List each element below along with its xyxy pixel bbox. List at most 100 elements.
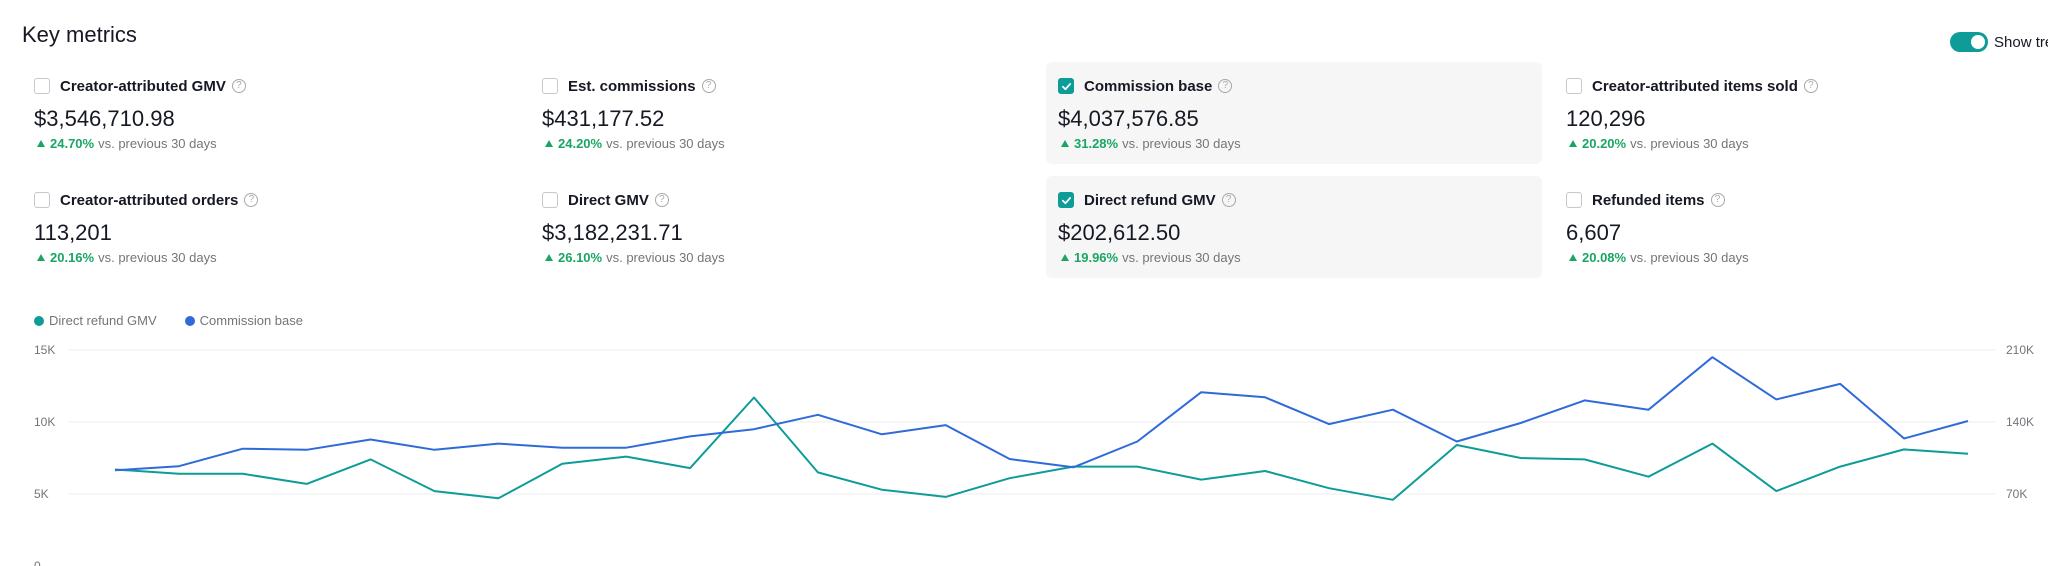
metric-label: Direct refund GMV	[1084, 191, 1216, 209]
change-percent: 20.08%	[1582, 250, 1627, 265]
change-compare-text: vs. previous 30 days	[606, 250, 725, 265]
metric-label: Creator-attributed GMV	[60, 77, 226, 95]
help-icon[interactable]: ?	[1710, 193, 1725, 207]
metric-label: Commission base	[1084, 77, 1213, 95]
metric-checkbox[interactable]	[1058, 192, 1074, 208]
legend-label: Commission base	[199, 313, 303, 328]
help-icon[interactable]: ?	[244, 193, 259, 207]
metric-value: $3,546,710.98	[34, 106, 175, 131]
metric-label: Creator-attributed items sold	[1592, 77, 1798, 95]
change-percent: 20.16%	[50, 250, 95, 265]
metric-value: $431,177.52	[542, 106, 665, 131]
y-left-tick-label: 10K	[34, 415, 55, 429]
help-icon[interactable]: ?	[701, 79, 716, 93]
legend-item[interactable]: Direct refund GMV	[34, 313, 157, 328]
metric-value: 6,607	[1566, 220, 1622, 245]
trend-chart: 15K 10K 5K 0 210K 140K 70K	[34, 343, 2034, 566]
metric-card[interactable]: Direct refund GMV? $202,612.50 19.96% vs. p…	[1046, 176, 1542, 278]
trend-up-icon	[1061, 254, 1069, 261]
help-icon[interactable]: ?	[1221, 193, 1236, 207]
metric-header: Refunded items?	[1566, 190, 2038, 210]
key-metrics-panel: Key metrics Show tre Creator-attributed …	[0, 0, 2048, 566]
metric-change: 20.20% vs. previous 30 days	[1566, 136, 2038, 151]
y-left-tick-label: 5K	[34, 487, 49, 501]
change-percent: 24.20%	[558, 136, 603, 151]
change-compare-text: vs. previous 30 days	[606, 136, 725, 151]
toggle-knob	[1971, 35, 1985, 49]
metric-card[interactable]: Est. commissions? $431,177.52 24.20% vs. pr…	[530, 62, 1026, 164]
metric-card[interactable]: Commission base? $4,037,576.85 31.28% vs. p…	[1046, 62, 1542, 164]
metric-label: Est. commissions	[568, 77, 696, 95]
metric-checkbox[interactable]	[34, 78, 50, 94]
metric-value: $202,612.50	[1058, 220, 1181, 245]
metric-change: 24.70% vs. previous 30 days	[34, 136, 506, 151]
metric-header: Est. commissions?	[542, 76, 1014, 96]
y-right-tick-label: 210K	[2006, 343, 2034, 357]
show-trend-toggle[interactable]	[1950, 32, 1988, 52]
metric-label: Refunded items	[1592, 191, 1705, 209]
trend-up-icon	[1569, 254, 1577, 261]
metric-checkbox[interactable]	[1058, 78, 1074, 94]
change-compare-text: vs. previous 30 days	[98, 136, 217, 151]
change-percent: 20.20%	[1582, 136, 1627, 151]
metric-checkbox[interactable]	[542, 192, 558, 208]
metric-change: 24.20% vs. previous 30 days	[542, 136, 1014, 151]
metric-checkbox[interactable]	[1566, 192, 1582, 208]
metric-label: Direct GMV	[568, 191, 649, 209]
change-compare-text: vs. previous 30 days	[98, 250, 217, 265]
metric-card[interactable]: Creator-attributed orders? 113,201 20.16% v…	[22, 176, 518, 278]
metric-label: Creator-attributed orders	[60, 191, 239, 209]
trend-up-icon	[1061, 140, 1069, 147]
metric-checkbox[interactable]	[1566, 78, 1582, 94]
metric-change: 20.08% vs. previous 30 days	[1566, 250, 2038, 265]
legend-dot	[34, 315, 44, 326]
metric-card[interactable]: Direct GMV? $3,182,231.71 26.10% vs. previo…	[530, 176, 1026, 278]
help-icon[interactable]: ?	[1218, 79, 1233, 93]
help-icon[interactable]: ?	[1803, 79, 1818, 93]
change-percent: 24.70%	[50, 136, 95, 151]
metric-value: 113,201	[34, 220, 112, 245]
series-line-commission-base[interactable]	[114, 356, 1969, 472]
help-icon[interactable]: ?	[654, 193, 669, 207]
show-trend-label: Show tre	[1994, 33, 2048, 51]
metric-change: 26.10% vs. previous 30 days	[542, 250, 1014, 265]
trend-up-icon	[545, 140, 553, 147]
change-compare-text: vs. previous 30 days	[1630, 250, 1749, 265]
metric-change: 20.16% vs. previous 30 days	[34, 250, 506, 265]
y-right-tick-label: 140K	[2006, 415, 2034, 429]
metric-checkbox[interactable]	[34, 192, 50, 208]
change-percent: 31.28%	[1074, 136, 1119, 151]
trend-up-icon	[1569, 140, 1577, 147]
trend-up-icon	[37, 140, 45, 147]
change-percent: 19.96%	[1074, 250, 1119, 265]
metric-card[interactable]: Creator-attributed items sold? 120,296 20.…	[1554, 62, 2048, 164]
metric-header: Creator-attributed GMV?	[34, 76, 506, 96]
trend-up-icon	[37, 254, 45, 261]
metric-change: 31.28% vs. previous 30 days	[1058, 136, 1530, 151]
metric-header: Commission base?	[1058, 76, 1530, 96]
metric-change: 19.96% vs. previous 30 days	[1058, 250, 1530, 265]
metric-value: $4,037,576.85	[1058, 106, 1199, 131]
legend-label: Direct refund GMV	[49, 313, 157, 328]
y-right-tick-label: 70K	[2006, 487, 2027, 501]
trend-up-icon	[545, 254, 553, 261]
metric-card[interactable]: Refunded items? 6,607 20.08% vs. previous 3…	[1554, 176, 2048, 278]
metric-header: Creator-attributed items sold?	[1566, 76, 2038, 96]
show-trend-toggle-group: Show tre	[1950, 32, 2048, 52]
metric-value: 120,296	[1566, 106, 1646, 131]
metric-header: Direct refund GMV?	[1058, 190, 1530, 210]
change-percent: 26.10%	[558, 250, 603, 265]
change-compare-text: vs. previous 30 days	[1122, 136, 1241, 151]
help-icon[interactable]: ?	[231, 79, 246, 93]
metric-value: $3,182,231.71	[542, 220, 683, 245]
metric-header: Direct GMV?	[542, 190, 1014, 210]
legend-dot	[184, 315, 195, 326]
change-compare-text: vs. previous 30 days	[1630, 136, 1749, 151]
metric-checkbox[interactable]	[542, 78, 558, 94]
change-compare-text: vs. previous 30 days	[1122, 250, 1241, 265]
series-line-direct-refund-gmv[interactable]	[114, 396, 1969, 501]
metric-card[interactable]: Creator-attributed GMV? $3,546,710.98 24.7…	[22, 62, 518, 164]
metric-header: Creator-attributed orders?	[34, 190, 506, 210]
y-left-tick-label: 15K	[34, 343, 55, 357]
legend-item[interactable]: Commission base	[184, 313, 303, 328]
